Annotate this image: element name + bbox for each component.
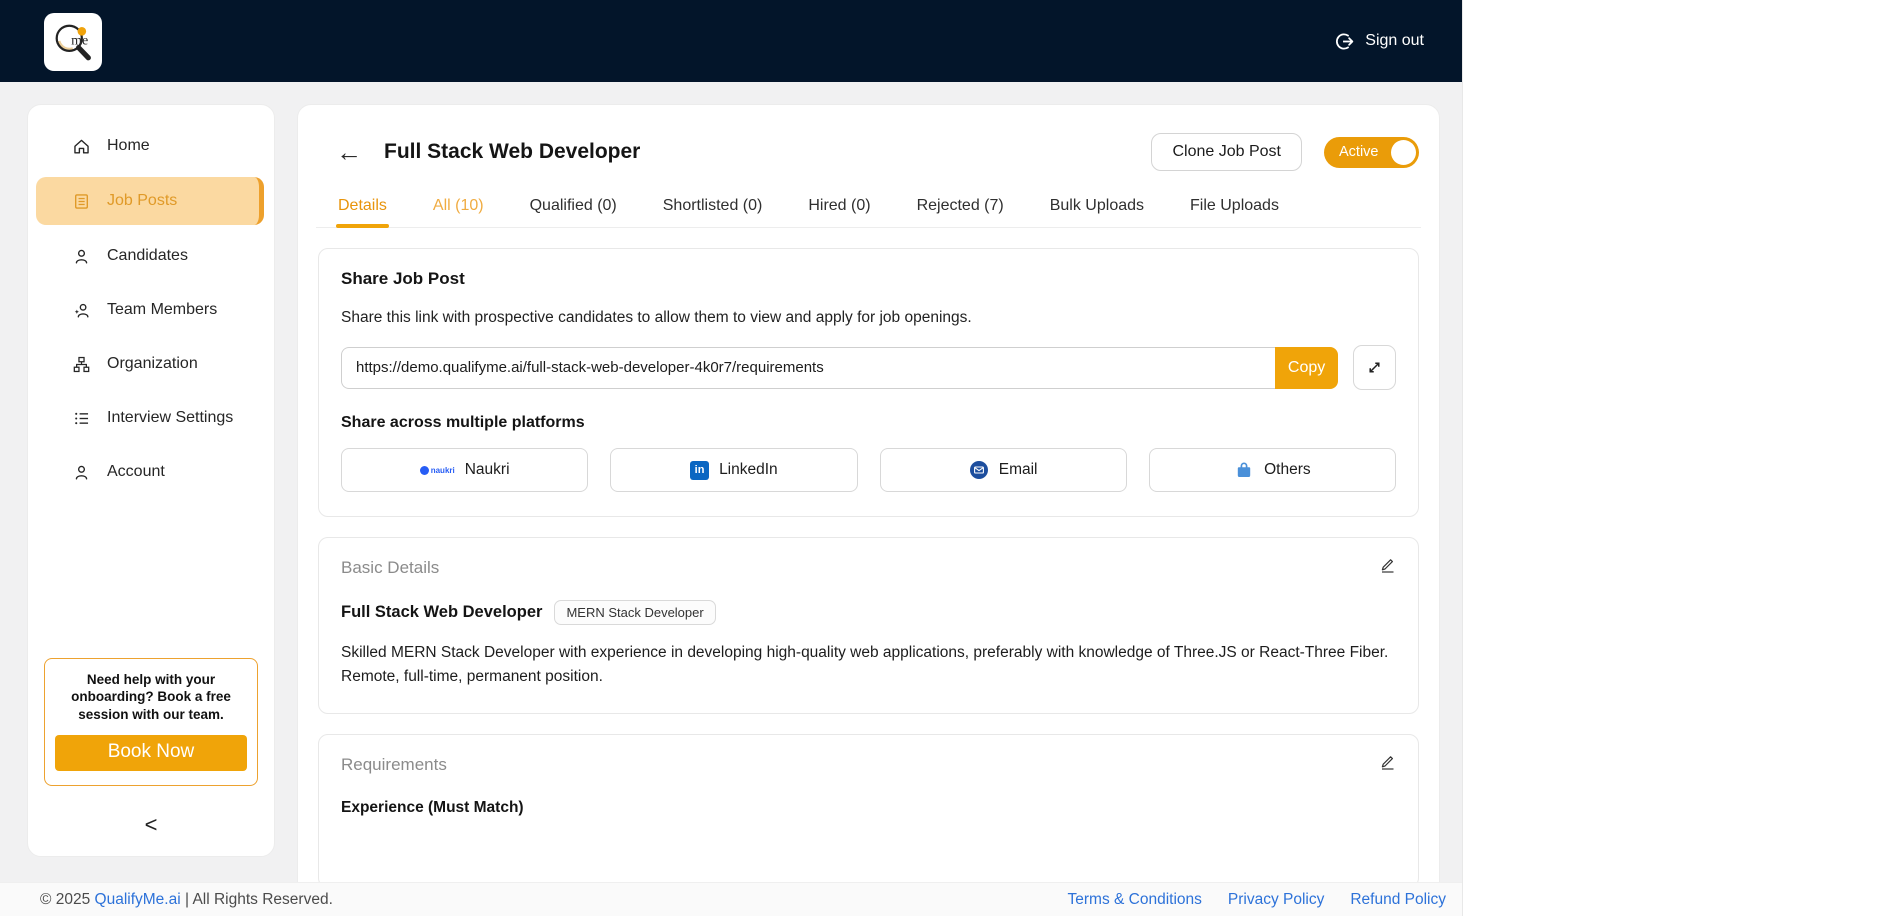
- sidebar-item-interview-settings[interactable]: Interview Settings: [36, 395, 266, 441]
- requirements-section: Requirements Experience (Must Match): [318, 734, 1419, 889]
- page-title: Full Stack Web Developer: [384, 140, 641, 163]
- toggle-label: Active: [1339, 144, 1379, 160]
- job-role-badge: MERN Stack Developer: [554, 600, 716, 625]
- email-icon: [969, 461, 988, 479]
- share-job-post-section: Share Job Post Share this link with pros…: [318, 248, 1419, 517]
- pencil-edit-icon: [1381, 559, 1394, 573]
- job-post-tabs: Details All (10) Qualified (0) Shortlist…: [316, 189, 1421, 228]
- edit-basic-details-button[interactable]: [1378, 556, 1396, 579]
- job-posts-icon: [75, 193, 88, 209]
- platform-label: Others: [1264, 461, 1311, 478]
- sidebar-item-team-members[interactable]: Team Members: [36, 287, 266, 333]
- toggle-knob: [1391, 139, 1416, 165]
- basic-details-section: Basic Details Full Stack Web Developer M…: [318, 537, 1419, 715]
- qualifyme-footer-link[interactable]: QualifyMe.ai: [95, 891, 181, 908]
- tab-details[interactable]: Details: [336, 189, 389, 228]
- share-others-button[interactable]: Others: [1148, 448, 1396, 492]
- sidebar-item-label: Team Members: [107, 301, 218, 318]
- share-description: Share this link with prospective candida…: [341, 309, 972, 326]
- naukri-icon: naukri: [419, 465, 455, 475]
- job-description-text: Skilled MERN Stack Developer with experi…: [341, 644, 1389, 686]
- clone-job-post-button[interactable]: Clone Job Post: [1151, 133, 1302, 171]
- edit-requirements-button[interactable]: [1378, 753, 1396, 776]
- logout-icon: [1336, 32, 1354, 50]
- tab-rejected[interactable]: Rejected (7): [915, 189, 1006, 227]
- bag-icon: [1237, 462, 1251, 477]
- sidebar-item-organization[interactable]: Organization: [36, 341, 266, 387]
- sidebar-item-home[interactable]: Home: [36, 123, 266, 169]
- share-email-button[interactable]: Email: [879, 448, 1127, 492]
- share-url-input[interactable]: [341, 346, 1275, 389]
- topbar: me Sign out: [0, 0, 1462, 82]
- linkedin-icon: in: [690, 460, 710, 480]
- share-url-row: Copy: [341, 345, 1396, 390]
- tab-shortlisted[interactable]: Shortlisted (0): [661, 189, 765, 227]
- sidebar-item-label: Home: [107, 137, 150, 154]
- sign-out-label: Sign out: [1365, 32, 1424, 49]
- diagonal-expand-icon: [1369, 362, 1380, 373]
- book-now-button[interactable]: Book Now: [55, 735, 247, 771]
- sidebar-item-label: Candidates: [107, 247, 188, 264]
- copyright-text: © 2025 QualifyMe.ai | All Rights Reserve…: [40, 890, 333, 908]
- platforms-title: Share across multiple platforms: [341, 414, 585, 431]
- sidebar-item-candidates[interactable]: Candidates: [36, 233, 266, 279]
- job-post-header: ← Full Stack Web Developer Clone Job Pos…: [316, 127, 1421, 171]
- terms-and-conditions-link[interactable]: Terms & Conditions: [1068, 891, 1202, 909]
- tab-hired[interactable]: Hired (0): [806, 189, 872, 227]
- app-body: Home Job Posts Candidates Team Members O…: [0, 82, 1462, 916]
- person-icon: [75, 465, 88, 480]
- sidebar-item-label: Job Posts: [107, 192, 178, 209]
- share-naukri-button[interactable]: naukri Naukri: [341, 448, 589, 492]
- back-arrow-button[interactable]: ←: [336, 139, 362, 165]
- magnifier-logo-icon: me: [55, 24, 91, 61]
- sidebar-item-job-posts[interactable]: Job Posts: [36, 177, 264, 225]
- people-icon: [74, 303, 89, 318]
- onboarding-help-box: Need help with your onboarding? Book a f…: [44, 658, 258, 786]
- refund-policy-link[interactable]: Refund Policy: [1350, 891, 1446, 909]
- tab-file-uploads[interactable]: File Uploads: [1188, 189, 1281, 227]
- requirements-title: Requirements: [341, 755, 447, 775]
- platform-label: Naukri: [464, 461, 510, 478]
- active-status-toggle[interactable]: Active: [1324, 136, 1419, 168]
- platform-label: LinkedIn: [719, 461, 778, 478]
- tab-all[interactable]: All (10): [431, 189, 486, 227]
- privacy-policy-link[interactable]: Privacy Policy: [1228, 891, 1324, 909]
- header-actions: Clone Job Post Active: [1151, 133, 1419, 171]
- expand-link-button[interactable]: [1353, 345, 1396, 390]
- sidebar-item-label: Organization: [107, 355, 198, 372]
- job-post-detail-card: ← Full Stack Web Developer Clone Job Pos…: [297, 104, 1440, 904]
- share-linkedin-button[interactable]: in LinkedIn: [610, 448, 858, 492]
- person-icon: [75, 249, 88, 264]
- requirements-subsection-title: Experience (Must Match): [341, 799, 524, 817]
- sidebar-item-account[interactable]: Account: [36, 449, 266, 495]
- app-window: me Sign out Home Job Posts Candidates Te…: [0, 0, 1463, 916]
- sidebar: Home Job Posts Candidates Team Members O…: [27, 104, 275, 857]
- tab-bulk-uploads[interactable]: Bulk Uploads: [1048, 189, 1146, 227]
- help-text: Need help with your onboarding? Book a f…: [71, 672, 231, 722]
- basic-details-job-row: Full Stack Web Developer MERN Stack Deve…: [341, 600, 1396, 625]
- pencil-edit-icon: [1381, 756, 1394, 770]
- basic-details-title: Basic Details: [341, 558, 440, 577]
- footer-links: Terms & Conditions Privacy Policy Refund…: [1068, 891, 1447, 909]
- platform-label: Email: [998, 461, 1038, 478]
- sidebar-item-label: Account: [107, 463, 165, 480]
- footer: © 2025 QualifyMe.ai | All Rights Reserve…: [0, 882, 1462, 916]
- sidebar-item-label: Interview Settings: [107, 409, 234, 426]
- sidebar-collapse-chevron[interactable]: <: [28, 812, 274, 838]
- org-chart-icon: [73, 356, 90, 372]
- job-title-text: Full Stack Web Developer: [341, 603, 543, 621]
- copy-url-button[interactable]: Copy: [1275, 346, 1339, 389]
- share-section-title: Share Job Post: [341, 269, 465, 288]
- list-icon: [75, 412, 89, 424]
- svg-text:me: me: [71, 33, 88, 48]
- tab-qualified[interactable]: Qualified (0): [528, 189, 619, 227]
- platform-buttons-row: naukri Naukri in LinkedIn Email Others: [341, 448, 1396, 492]
- home-icon: [74, 139, 89, 154]
- qualifyme-logo[interactable]: me: [44, 13, 102, 71]
- sign-out-button[interactable]: Sign out: [1334, 31, 1424, 52]
